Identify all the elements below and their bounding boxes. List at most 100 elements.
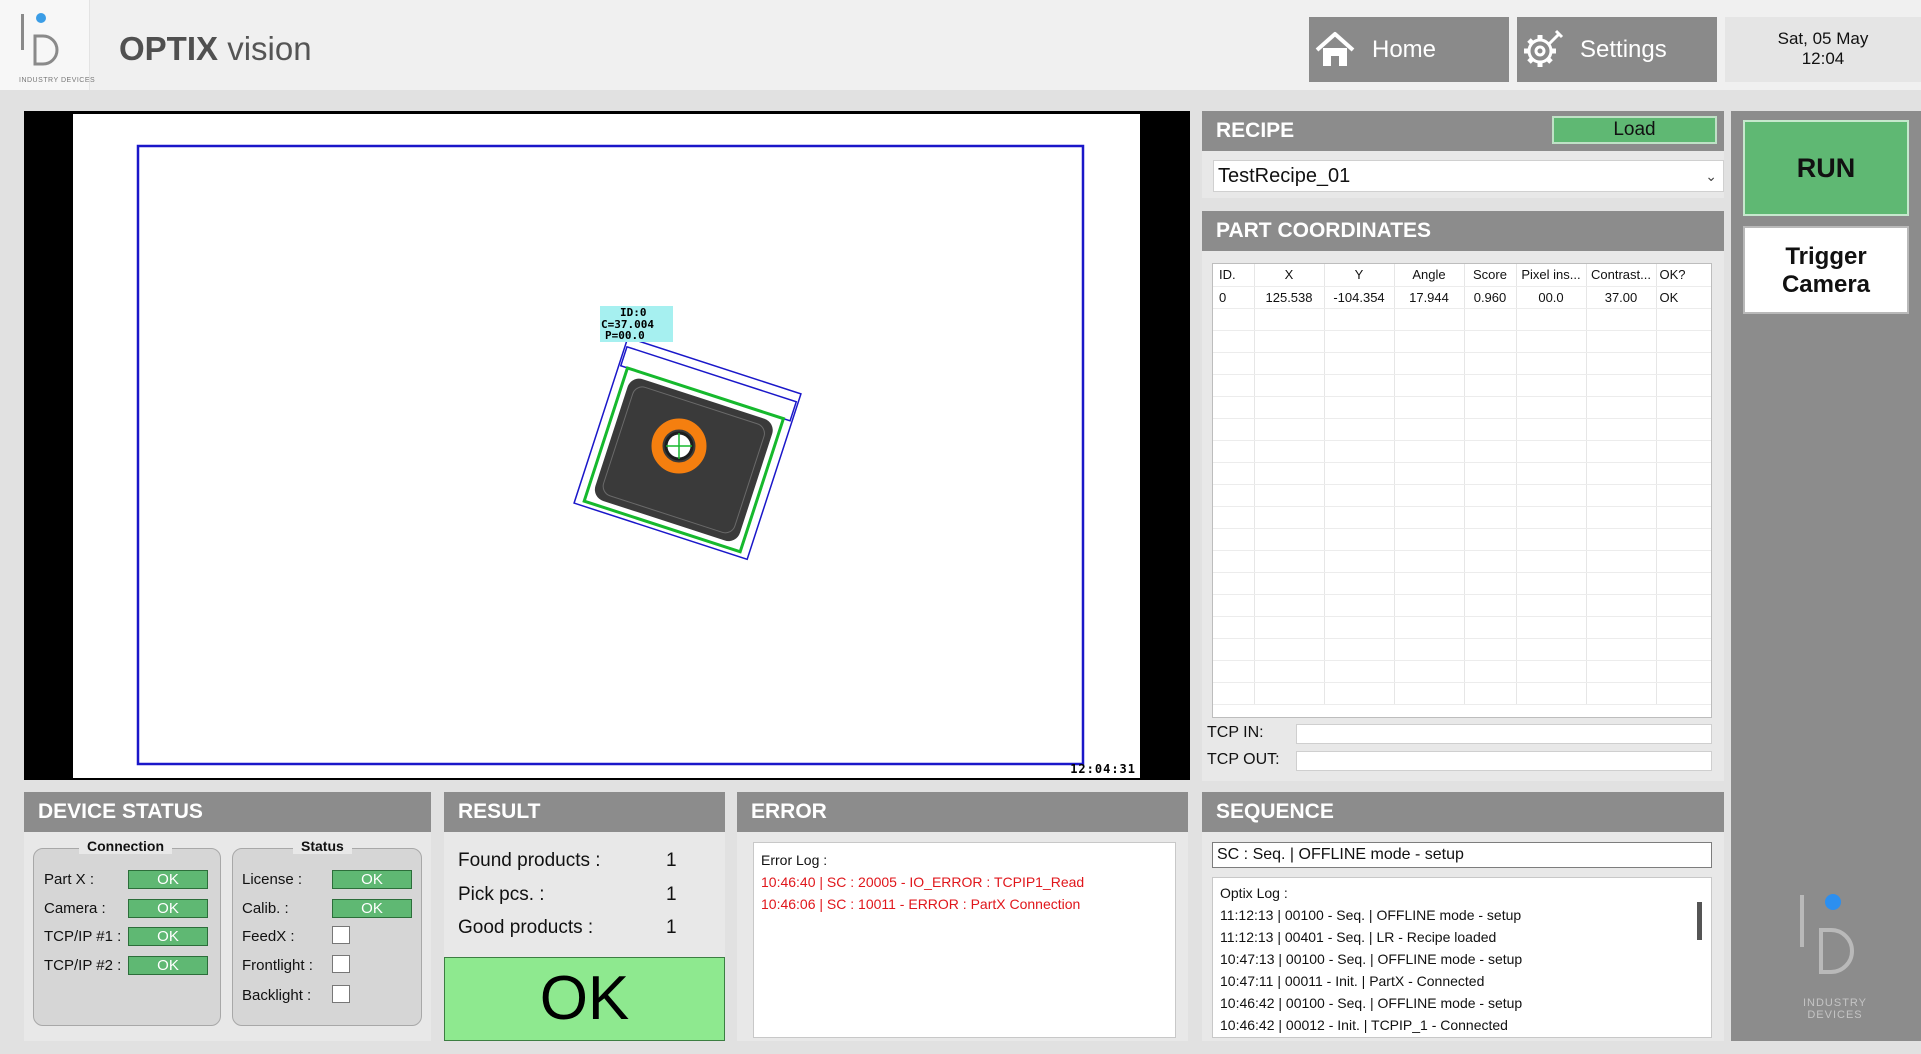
column-header-angle[interactable]: Angle	[1394, 264, 1465, 287]
empty-cell	[1656, 594, 1711, 617]
settings-gear-icon	[1524, 29, 1564, 67]
column-header-x[interactable]: X	[1254, 264, 1325, 287]
empty-cell	[1324, 638, 1395, 661]
empty-cell	[1656, 506, 1711, 529]
pick-pcs-label: Pick pcs. :	[458, 884, 545, 905]
empty-table-row	[1213, 308, 1711, 331]
optix-log-entry: 11:12:13 | 00100 - Seq. | OFFLINE mode -…	[1220, 907, 1522, 923]
empty-cell	[1324, 418, 1395, 441]
empty-cell	[1394, 462, 1465, 485]
empty-cell	[1213, 528, 1255, 551]
status-license: OK	[332, 870, 412, 889]
empty-cell	[1656, 308, 1711, 331]
app-title-rest: vision	[218, 30, 312, 67]
app-title: OPTIX vision	[119, 30, 312, 68]
empty-cell	[1464, 308, 1517, 331]
empty-cell	[1464, 396, 1517, 419]
empty-cell	[1516, 352, 1587, 375]
empty-table-row	[1213, 638, 1711, 661]
tcp-in-field[interactable]	[1296, 724, 1712, 744]
empty-table-row	[1213, 440, 1711, 463]
empty-cell	[1394, 616, 1465, 639]
camera-view[interactable]: ID:0 C=37.004 P=00.0 12:04:31	[24, 111, 1190, 780]
good-products-label: Good products :	[458, 917, 594, 938]
empty-cell	[1213, 396, 1255, 419]
error-log-entry: 10:46:06 | SC : 10011 - ERROR : PartX Co…	[761, 896, 1081, 912]
conn-status-tcpip1: OK	[128, 927, 208, 946]
cell-angle: 17.944	[1394, 286, 1465, 309]
trigger-camera-button[interactable]: Trigger Camera	[1743, 226, 1909, 314]
table-row[interactable]: 0 125.538 -104.354 17.944 0.960 00.0 37.…	[1213, 286, 1711, 309]
feedx-checkbox[interactable]	[332, 926, 350, 944]
empty-cell	[1394, 528, 1465, 551]
empty-cell	[1516, 462, 1587, 485]
column-header-pixel[interactable]: Pixel ins...	[1516, 264, 1587, 287]
empty-cell	[1324, 550, 1395, 573]
optix-log[interactable]: Optix Log : 11:12:13 | 00100 - Seq. | OF…	[1212, 877, 1712, 1038]
empty-cell	[1254, 374, 1325, 397]
empty-cell	[1254, 682, 1325, 705]
column-header-contrast[interactable]: Contrast...	[1586, 264, 1657, 287]
empty-cell	[1586, 418, 1657, 441]
recipe-select[interactable]: TestRecipe_01 ⌄	[1213, 160, 1724, 192]
empty-cell	[1254, 308, 1325, 331]
empty-cell	[1324, 594, 1395, 617]
empty-cell	[1254, 616, 1325, 639]
empty-cell	[1464, 528, 1517, 551]
date-text: Sat, 05 May	[1777, 29, 1869, 48]
empty-cell	[1324, 396, 1395, 419]
cell-contrast: 37.00	[1586, 286, 1657, 309]
sequence-title: SEQUENCE	[1202, 792, 1724, 832]
empty-cell	[1254, 352, 1325, 375]
found-products-value: 1	[666, 850, 677, 871]
empty-cell	[1213, 308, 1255, 331]
empty-cell	[1324, 462, 1395, 485]
frontlight-checkbox[interactable]	[332, 955, 350, 973]
column-header-y[interactable]: Y	[1324, 264, 1395, 287]
conn-label-partx: Part X :	[44, 871, 95, 888]
tcp-out-field[interactable]	[1296, 751, 1712, 771]
coordinates-table-container[interactable]: ID. X Y Angle Score Pixel ins... Contras…	[1212, 263, 1712, 718]
connection-group-title: Connection	[79, 838, 172, 854]
coordinates-table: ID. X Y Angle Score Pixel ins... Contras…	[1213, 264, 1711, 705]
empty-cell	[1516, 572, 1587, 595]
optix-log-scrollbar[interactable]	[1697, 902, 1702, 940]
empty-cell	[1586, 330, 1657, 353]
empty-table-row	[1213, 484, 1711, 507]
column-header-score[interactable]: Score	[1464, 264, 1517, 287]
load-recipe-button[interactable]: Load	[1552, 116, 1717, 144]
empty-cell	[1586, 396, 1657, 419]
empty-cell	[1656, 638, 1711, 661]
empty-cell	[1464, 682, 1517, 705]
empty-cell	[1213, 330, 1255, 353]
empty-cell	[1656, 528, 1711, 551]
empty-cell	[1394, 572, 1465, 595]
camera-overlay: ID:0 C=37.004 P=00.0	[136, 144, 1085, 766]
column-header-ok[interactable]: OK?	[1656, 264, 1711, 287]
empty-cell	[1464, 418, 1517, 441]
empty-cell	[1656, 374, 1711, 397]
footer-logo-line1: INDUSTRY	[1802, 997, 1868, 1009]
empty-cell	[1324, 506, 1395, 529]
empty-cell	[1324, 308, 1395, 331]
footer-logo-mark-icon	[1800, 894, 1854, 974]
empty-table-row	[1213, 682, 1711, 705]
error-log[interactable]: Error Log : 10:46:40 | SC : 20005 - IO_E…	[753, 842, 1176, 1038]
run-button[interactable]: RUN	[1743, 120, 1909, 216]
part-coordinates-title: PART COORDINATES	[1202, 211, 1724, 251]
backlight-checkbox[interactable]	[332, 985, 350, 1003]
status-label-calib: Calib. :	[242, 900, 289, 917]
detected-part	[594, 378, 773, 542]
column-header-id[interactable]: ID.	[1213, 264, 1255, 287]
optix-log-entry: 11:12:13 | 00401 - Seq. | LR - Recipe lo…	[1220, 929, 1497, 945]
footer-logo: INDUSTRY DEVICES	[1795, 890, 1875, 1030]
settings-button[interactable]: Settings	[1517, 17, 1717, 82]
empty-cell	[1586, 506, 1657, 529]
empty-cell	[1324, 484, 1395, 507]
empty-cell	[1324, 330, 1395, 353]
sequence-status-field: SC : Seq. | OFFLINE mode - setup	[1212, 842, 1712, 868]
home-button[interactable]: Home	[1309, 17, 1509, 82]
empty-cell	[1516, 484, 1587, 507]
conn-label-camera: Camera :	[44, 900, 106, 917]
empty-table-row	[1213, 374, 1711, 397]
